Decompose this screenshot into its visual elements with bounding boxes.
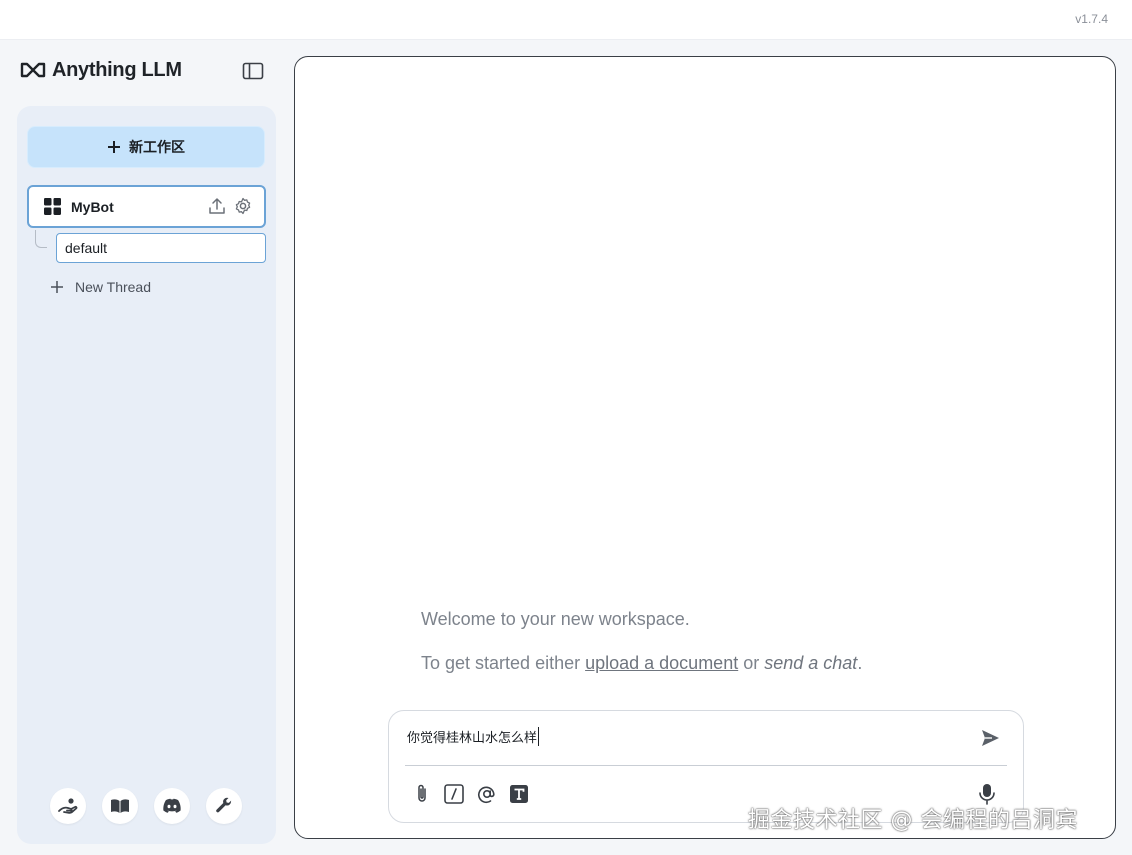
sidebar: 新工作区 MyBot default New Thread [17, 106, 276, 844]
text-format-icon[interactable] [509, 784, 529, 804]
app-container: Anything LLM 新工作区 MyBot default New Thre… [0, 40, 1132, 855]
title-bar: v1.7.4 [0, 0, 1132, 40]
plus-icon [107, 140, 121, 154]
new-thread-label: New Thread [75, 279, 152, 295]
thread-branch-connector [35, 230, 47, 248]
discord-button[interactable] [154, 788, 190, 824]
get-started-text: To get started either upload a document … [421, 653, 862, 674]
version-label: v1.7.4 [1075, 12, 1108, 26]
docs-button[interactable] [102, 788, 138, 824]
composer-divider [405, 765, 1007, 766]
get-started-prefix: To get started either [421, 653, 586, 673]
workspace-grid-icon [44, 198, 61, 215]
docs-book-icon [110, 798, 130, 814]
discord-icon [162, 798, 182, 814]
logo-text: Anything LLM [52, 58, 182, 81]
anything-llm-logo-icon [20, 62, 46, 78]
workspace-item-mybot[interactable]: MyBot [27, 185, 266, 228]
gear-icon[interactable] [234, 197, 252, 215]
welcome-text: Welcome to your new workspace. [421, 609, 690, 629]
community-hub-icon [58, 797, 78, 815]
settings-wrench-icon [215, 797, 233, 815]
thread-item-default[interactable]: default [56, 233, 266, 263]
sidebar-toggle-icon[interactable] [242, 62, 264, 80]
send-icon[interactable] [979, 727, 1001, 749]
upload-document-link[interactable]: upload a document [585, 653, 738, 673]
get-started-suffix: . [857, 653, 863, 673]
upload-icon[interactable] [208, 197, 226, 215]
at-mention-icon[interactable] [477, 784, 497, 804]
settings-button[interactable] [206, 788, 242, 824]
plus-icon [51, 281, 63, 293]
message-input[interactable]: 你觉得桂林山水怎么样 [407, 727, 540, 746]
workspace-name: MyBot [71, 198, 114, 215]
chat-panel: Welcome to your new workspace. To get st… [294, 56, 1116, 839]
app-logo: Anything LLM [20, 58, 182, 82]
watermark-text: 掘金技术社区 @ 会编程的吕洞宾 [748, 808, 1078, 833]
new-thread-button[interactable]: New Thread [51, 276, 151, 298]
new-workspace-button[interactable]: 新工作区 [27, 126, 265, 168]
sidebar-footer [50, 788, 242, 824]
community-hub-button[interactable] [50, 788, 86, 824]
slash-command-icon[interactable] [443, 783, 465, 805]
composer-toolbar [413, 783, 529, 805]
attachment-icon[interactable] [413, 783, 431, 805]
get-started-or: or [738, 653, 765, 673]
workspace-actions [208, 197, 252, 215]
send-chat-text[interactable]: send a chat [764, 653, 857, 673]
new-workspace-label: 新工作区 [129, 139, 185, 155]
thread-name: default [65, 240, 108, 256]
